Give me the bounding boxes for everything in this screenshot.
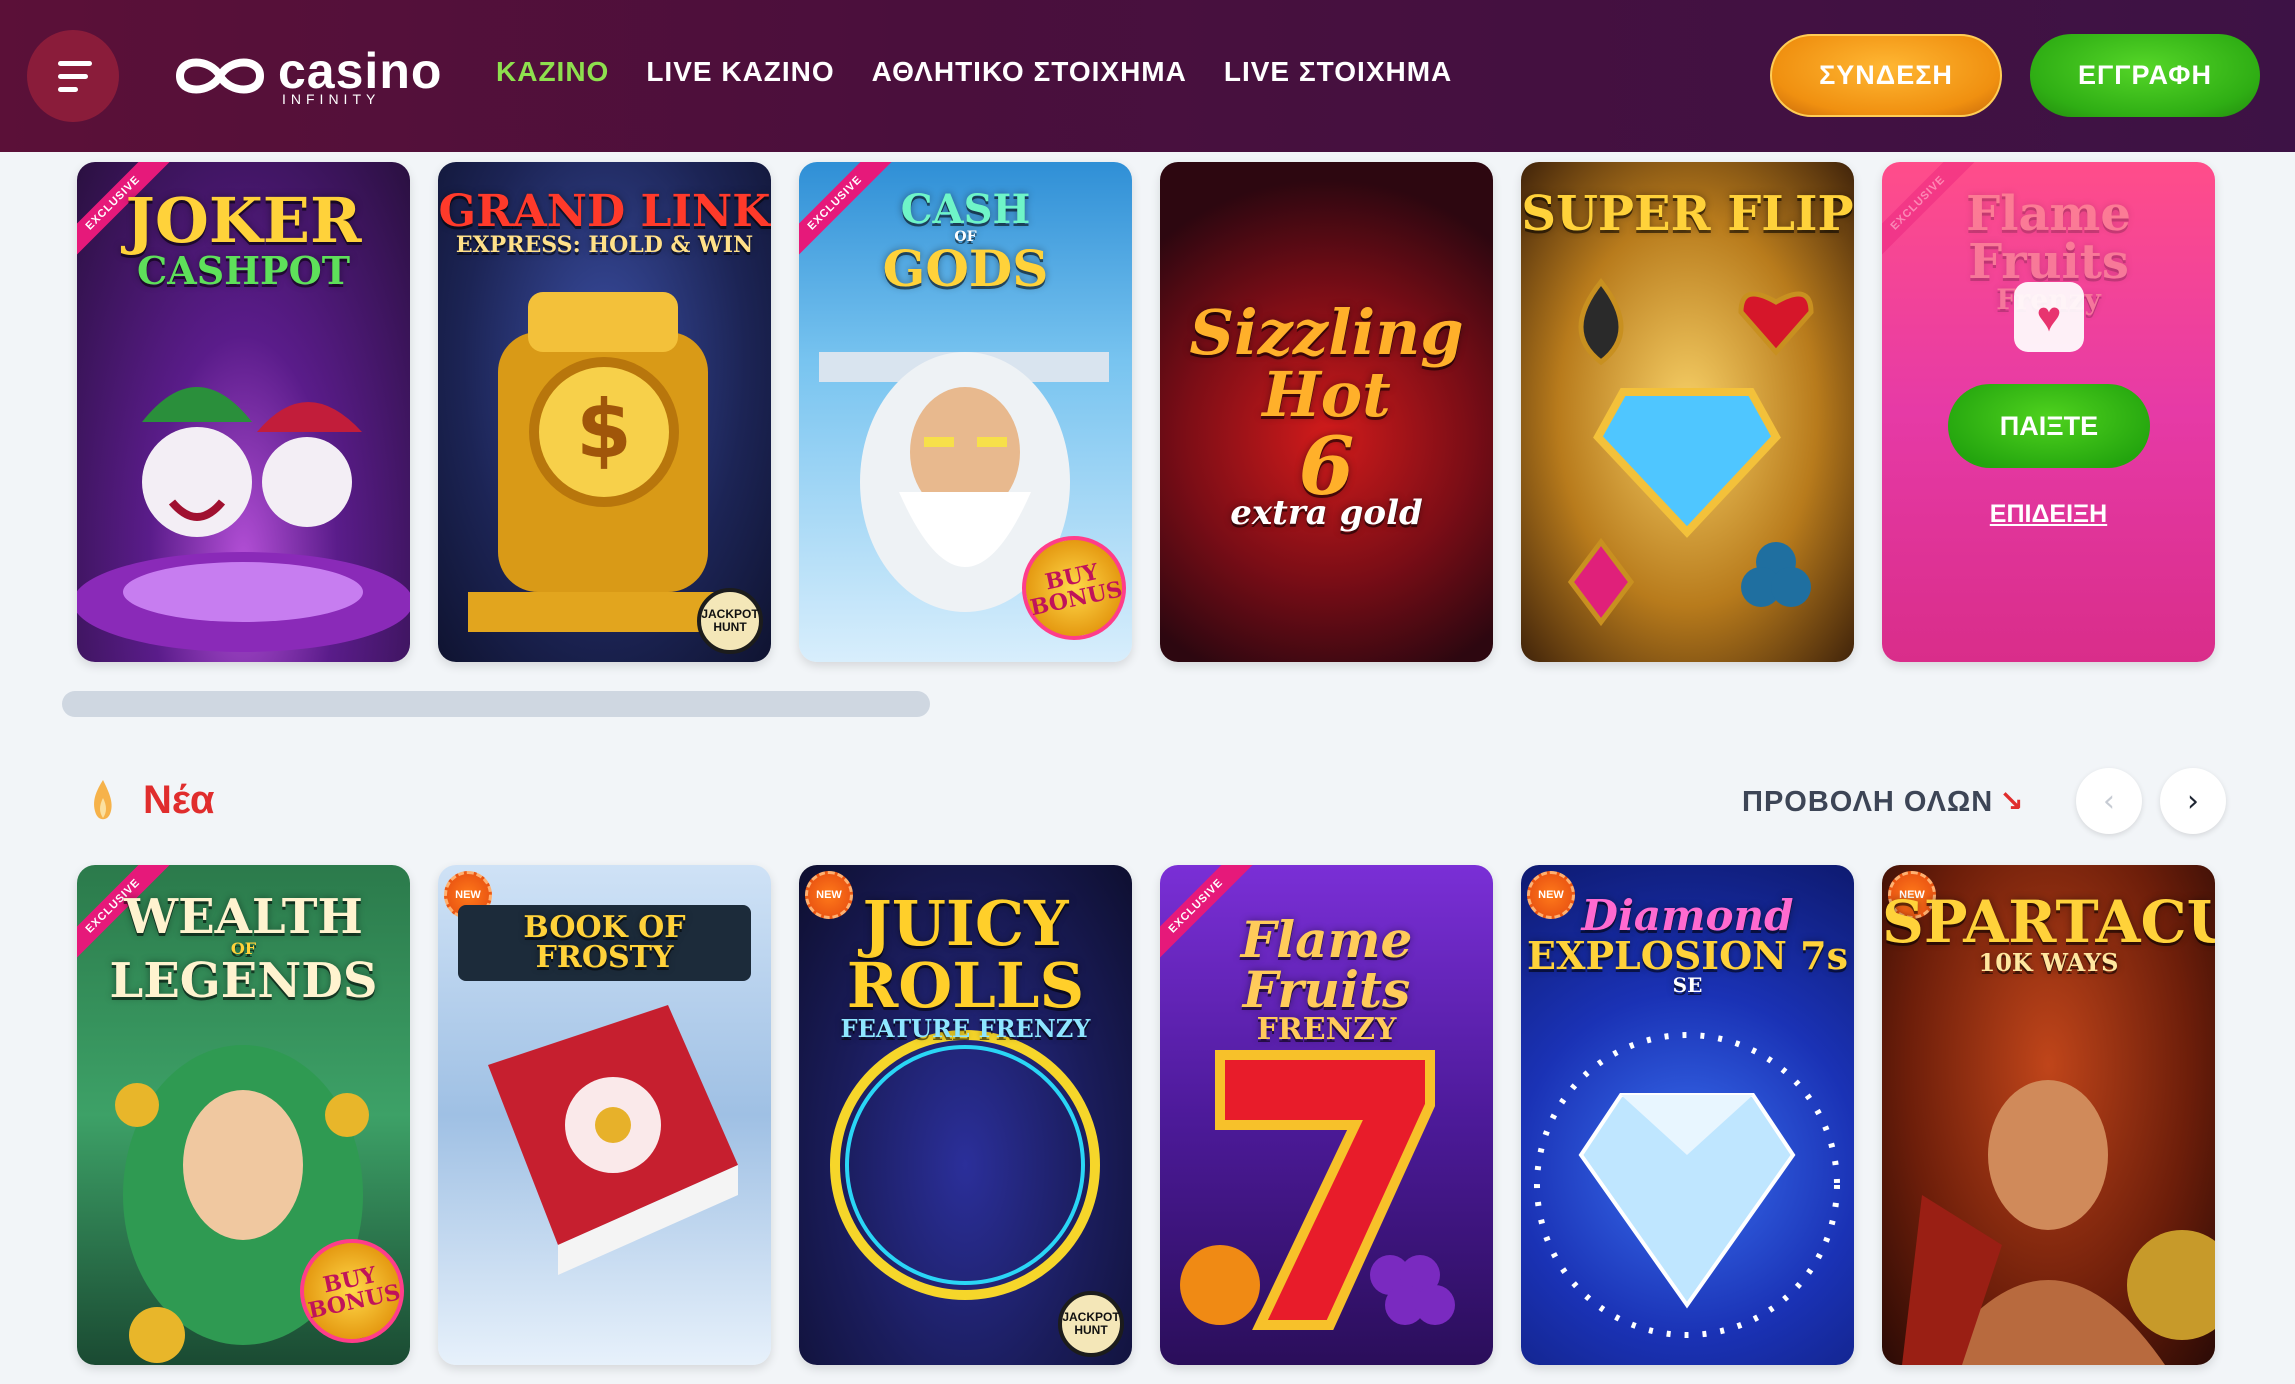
game-card-spartacus[interactable]: NEW SPARTACUS 10K WAYS (1882, 865, 2215, 1365)
game-card-flame-fruits-frenzy-new[interactable]: EXCLUSIVE Flame Fruits FRENZY (1160, 865, 1493, 1365)
game-subtitle: Hot (1262, 358, 1391, 431)
game-tagline: extra gold (1230, 493, 1423, 533)
chevron-left-icon: ‹ (2103, 783, 2115, 819)
nav-sports-betting[interactable]: ΑΘΛΗΤΙΚΟ ΣΤΟΙΧΗΜΑ (872, 56, 1187, 88)
game-card-super-flip[interactable]: SUPER FLIP (1521, 162, 1854, 662)
casino-infinity-logo[interactable]: casino INFINITY (170, 44, 442, 108)
game-subtitle: CASHPOT (136, 248, 351, 293)
game-subtitle: GODS (882, 239, 1049, 298)
game-title: WEALTH (124, 889, 363, 945)
menu-button[interactable] (27, 30, 119, 122)
game-subtitle: EXPLOSION 7s (1527, 933, 1848, 978)
game-title: CASH (900, 186, 1031, 233)
game-card-book-of-frosty[interactable]: NEW BOOK OF FROSTY (438, 865, 771, 1365)
register-button[interactable]: ΕΓΓΡΑΦΗ (2030, 34, 2260, 117)
nav-live-casino[interactable]: LIVE ΚΑΖΙΝΟ (646, 56, 834, 88)
game-card-diamond-explosion-7s[interactable]: NEW Diamond EXPLOSION 7s SE (1521, 865, 1854, 1365)
nav-live-betting[interactable]: LIVE ΣΤΟΙΧΗΜΑ (1224, 56, 1452, 88)
main-nav: ΚΑΖΙΝΟ LIVE ΚΑΖΙΝΟ ΑΘΛΗΤΙΚΟ ΣΤΟΙΧΗΜΑ LIV… (496, 56, 1452, 88)
flame-icon (94, 780, 112, 820)
arrow-down-right-icon: ↘ (1999, 786, 2025, 818)
infinity-logo-icon (175, 58, 265, 94)
game-card-sizzling-hot-6[interactable]: Sizzling Hot 6 extra gold (1160, 162, 1493, 662)
game-subtitle: ROLLS (846, 949, 1085, 1022)
play-button[interactable]: ΠΑΙΞΤΕ (1948, 384, 2150, 468)
chevron-right-icon: › (2187, 783, 2199, 819)
view-all-link[interactable]: ΠΡΟΒΟΛΗ ΟΛΩΝ ↘ (1742, 784, 2025, 819)
game-title: Flame Fruits (1966, 186, 2131, 290)
game-title: Diamond (1581, 891, 1794, 940)
nav-casino[interactable]: ΚΑΖΙΝΟ (496, 56, 609, 88)
heart-icon[interactable]: ♥ (2014, 282, 2084, 352)
carousel-prev-button[interactable]: ‹ (2076, 768, 2142, 834)
game-card-wealth-of-legends[interactable]: EXCLUSIVE WEALTH OF LEGENDS BUY BONUS (77, 865, 410, 1365)
game-card-juicy-rolls[interactable]: NEW JUICY ROLLS FEATURE FRENZY JACKPOT H… (799, 865, 1132, 1365)
game-title: JOKER (125, 184, 362, 257)
jackpot-hunt-badge: JACKPOT HUNT (1058, 1291, 1124, 1357)
svg-text:$: $ (576, 383, 632, 476)
hamburger-icon (58, 60, 92, 66)
logo-text: casino (278, 43, 443, 99)
game-card-joker-cashpot[interactable]: EXCLUSIVE JOKER CASHPOT (77, 162, 410, 662)
game-card-cash-of-gods[interactable]: EXCLUSIVE CASH OF GODS BUY BONUS (799, 162, 1132, 662)
game-title: Flame Fruits (1240, 910, 1413, 1019)
game-card-flame-fruits-frenzy[interactable]: EXCLUSIVE Flame Fruits Frenzy ♥ ΠΑΙΞΤΕ Ε… (1882, 162, 2215, 662)
section-title: Νέα (143, 778, 215, 822)
game-tagline: SE (1672, 973, 1703, 997)
jackpot-hunt-badge: JACKPOT HUNT (697, 588, 763, 654)
view-all-label: ΠΡΟΒΟΛΗ ΟΛΩΝ (1742, 786, 1994, 818)
top-header: casino INFINITY ΚΑΖΙΝΟ LIVE ΚΑΖΙΝΟ ΑΘΛΗΤ… (0, 0, 2295, 152)
game-tagline: FEATURE FRENZY (840, 1014, 1091, 1043)
game-subtitle: EXPRESS: HOLD & WIN (455, 232, 754, 258)
game-subtitle: LEGENDS (109, 953, 378, 1009)
game-title: SPARTACUS (1882, 888, 2215, 956)
game-title: Sizzling (1189, 296, 1464, 369)
game-title: GRAND LINK (438, 186, 771, 237)
game-card-grand-link-express[interactable]: $ GRAND LINK EXPRESS: HOLD & WIN JACKPOT… (438, 162, 771, 662)
game-title: SUPER FLIP (1521, 186, 1854, 242)
game-subtitle: FRENZY (1256, 1012, 1397, 1047)
carousel-next-button[interactable]: › (2160, 768, 2226, 834)
game-title: JUICY (862, 887, 1069, 960)
login-button[interactable]: ΣΥΝΔΕΣΗ (1770, 34, 2002, 117)
game-title: BOOK OF FROSTY (458, 905, 751, 981)
demo-link[interactable]: ΕΠΙΔΕΙΞΗ (1882, 500, 2215, 529)
horizontal-scrollbar[interactable] (62, 691, 930, 717)
